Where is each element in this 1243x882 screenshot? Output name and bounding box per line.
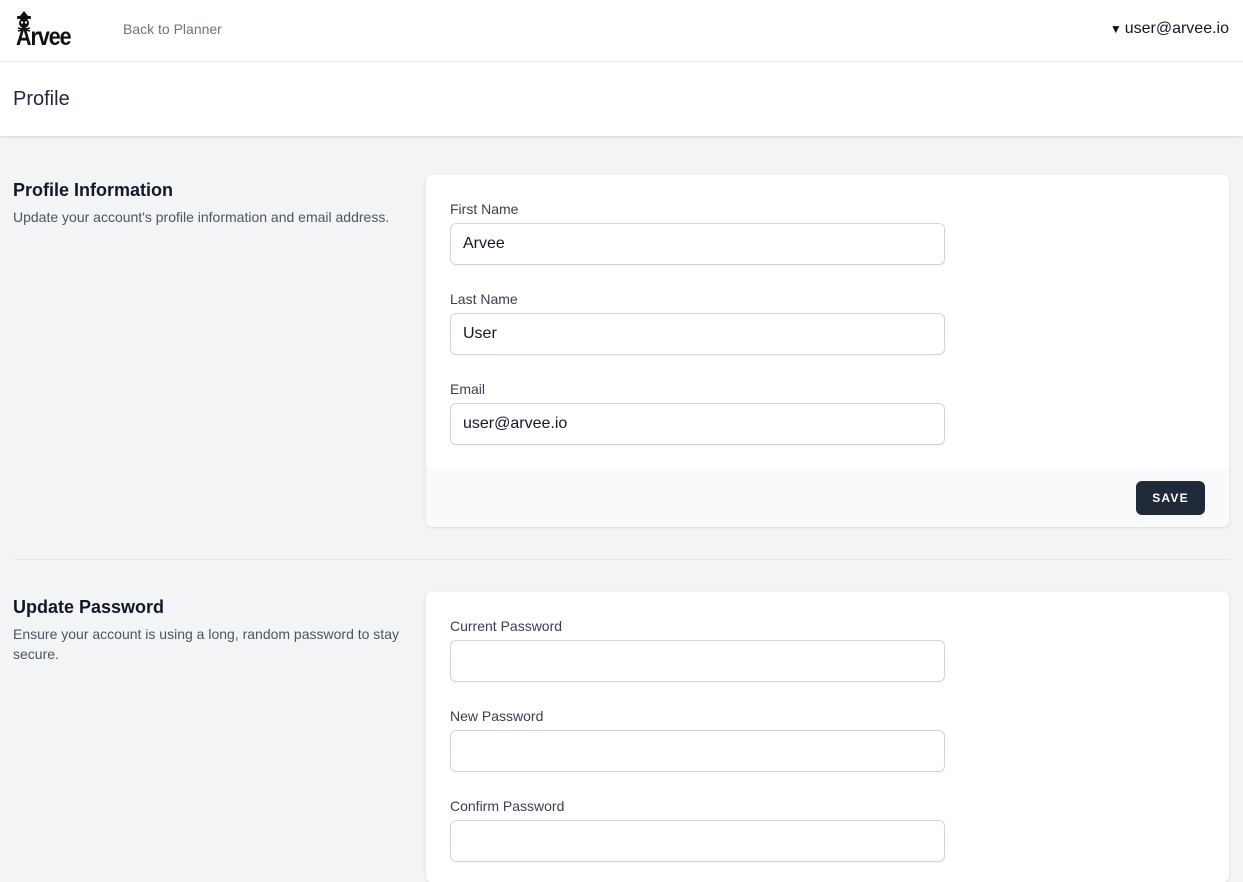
last-name-label: Last Name: [450, 291, 518, 307]
profile-info-card: First Name Last Name Email SAVE: [426, 175, 1229, 527]
profile-info-aside: Profile Information Update your account'…: [13, 179, 413, 227]
page-title: Profile: [13, 88, 70, 110]
first-name-input[interactable]: [450, 223, 945, 265]
update-password-aside: Update Password Ensure your account is u…: [13, 596, 413, 664]
last-name-input[interactable]: [450, 313, 945, 355]
page-header: Profile: [0, 62, 1243, 136]
confirm-password-label: Confirm Password: [450, 798, 565, 814]
caret-down-icon: ▼: [1109, 22, 1122, 36]
user-menu-dropdown[interactable]: ▼ user@arvee.io: [1110, 19, 1229, 39]
arvee-logo[interactable]: Arvee: [13, 10, 81, 50]
current-password-label: Current Password: [450, 618, 563, 634]
card-footer: SAVE: [426, 467, 1229, 527]
current-password-input[interactable]: [450, 640, 945, 682]
update-password-card: Current Password New Password Confirm Pa…: [426, 592, 1229, 882]
new-password-label: New Password: [450, 708, 544, 724]
confirm-password-input[interactable]: [450, 820, 945, 862]
section-description: Ensure your account is using a long, ran…: [13, 626, 399, 662]
top-navbar: Arvee Back to Planner ▼ user@arvee.io: [0, 0, 1243, 62]
section-title: Update Password: [13, 597, 165, 617]
logo-text: Arvee: [16, 23, 72, 51]
save-button[interactable]: SAVE: [1136, 481, 1205, 515]
section-description: Update your account's profile informatio…: [13, 209, 390, 225]
email-input[interactable]: [450, 403, 945, 445]
section-title: Profile Information: [13, 180, 174, 200]
user-email: user@arvee.io: [1124, 20, 1229, 37]
back-to-planner-link[interactable]: Back to Planner: [123, 20, 222, 38]
new-password-input[interactable]: [450, 730, 945, 772]
email-label: Email: [450, 381, 486, 397]
section-divider: [13, 559, 1229, 560]
first-name-label: First Name: [450, 201, 519, 217]
